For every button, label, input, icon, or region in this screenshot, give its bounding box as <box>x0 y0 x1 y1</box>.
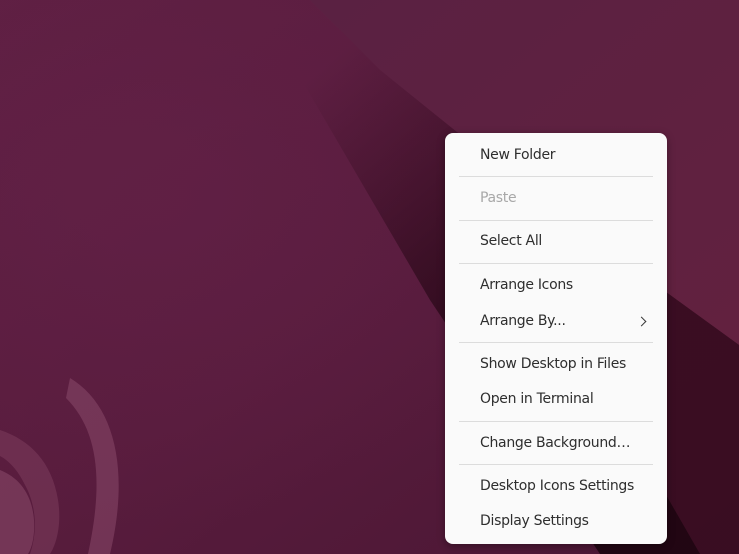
menu-item-label: Arrange By... <box>480 313 566 329</box>
menu-separator <box>459 421 653 422</box>
menu-item-open-in-terminal[interactable]: Open in Terminal <box>451 383 661 415</box>
menu-item-select-all[interactable]: Select All <box>451 225 661 257</box>
menu-item-paste[interactable]: Paste <box>451 182 661 214</box>
menu-item-desktop-icons-settings[interactable]: Desktop Icons Settings <box>451 470 661 502</box>
menu-item-arrange-icons[interactable]: Arrange Icons <box>451 269 661 301</box>
menu-item-label: Change Background… <box>480 435 631 451</box>
menu-separator <box>459 263 653 264</box>
menu-item-display-settings[interactable]: Display Settings <box>451 505 661 537</box>
menu-item-label: Display Settings <box>480 513 589 529</box>
menu-item-label: New Folder <box>480 147 556 163</box>
menu-item-label: Arrange Icons <box>480 277 573 293</box>
menu-item-label: Paste <box>480 190 517 206</box>
menu-item-label: Desktop Icons Settings <box>480 478 635 494</box>
menu-separator <box>459 342 653 343</box>
menu-item-show-desktop-in-files[interactable]: Show Desktop in Files <box>451 348 661 380</box>
menu-separator <box>459 464 653 465</box>
menu-item-label: Show Desktop in Files <box>480 356 627 372</box>
desktop[interactable]: New Folder Paste Select All Arrange Icon… <box>0 0 739 554</box>
menu-item-label: Select All <box>480 233 542 249</box>
menu-separator <box>459 220 653 221</box>
menu-item-label: Open in Terminal <box>480 391 594 407</box>
menu-item-new-folder[interactable]: New Folder <box>451 139 661 171</box>
desktop-context-menu: New Folder Paste Select All Arrange Icon… <box>445 133 667 544</box>
menu-separator <box>459 176 653 177</box>
menu-item-arrange-by[interactable]: Arrange By... <box>451 305 661 337</box>
menu-item-change-background[interactable]: Change Background… <box>451 427 661 459</box>
chevron-right-icon <box>636 316 647 326</box>
